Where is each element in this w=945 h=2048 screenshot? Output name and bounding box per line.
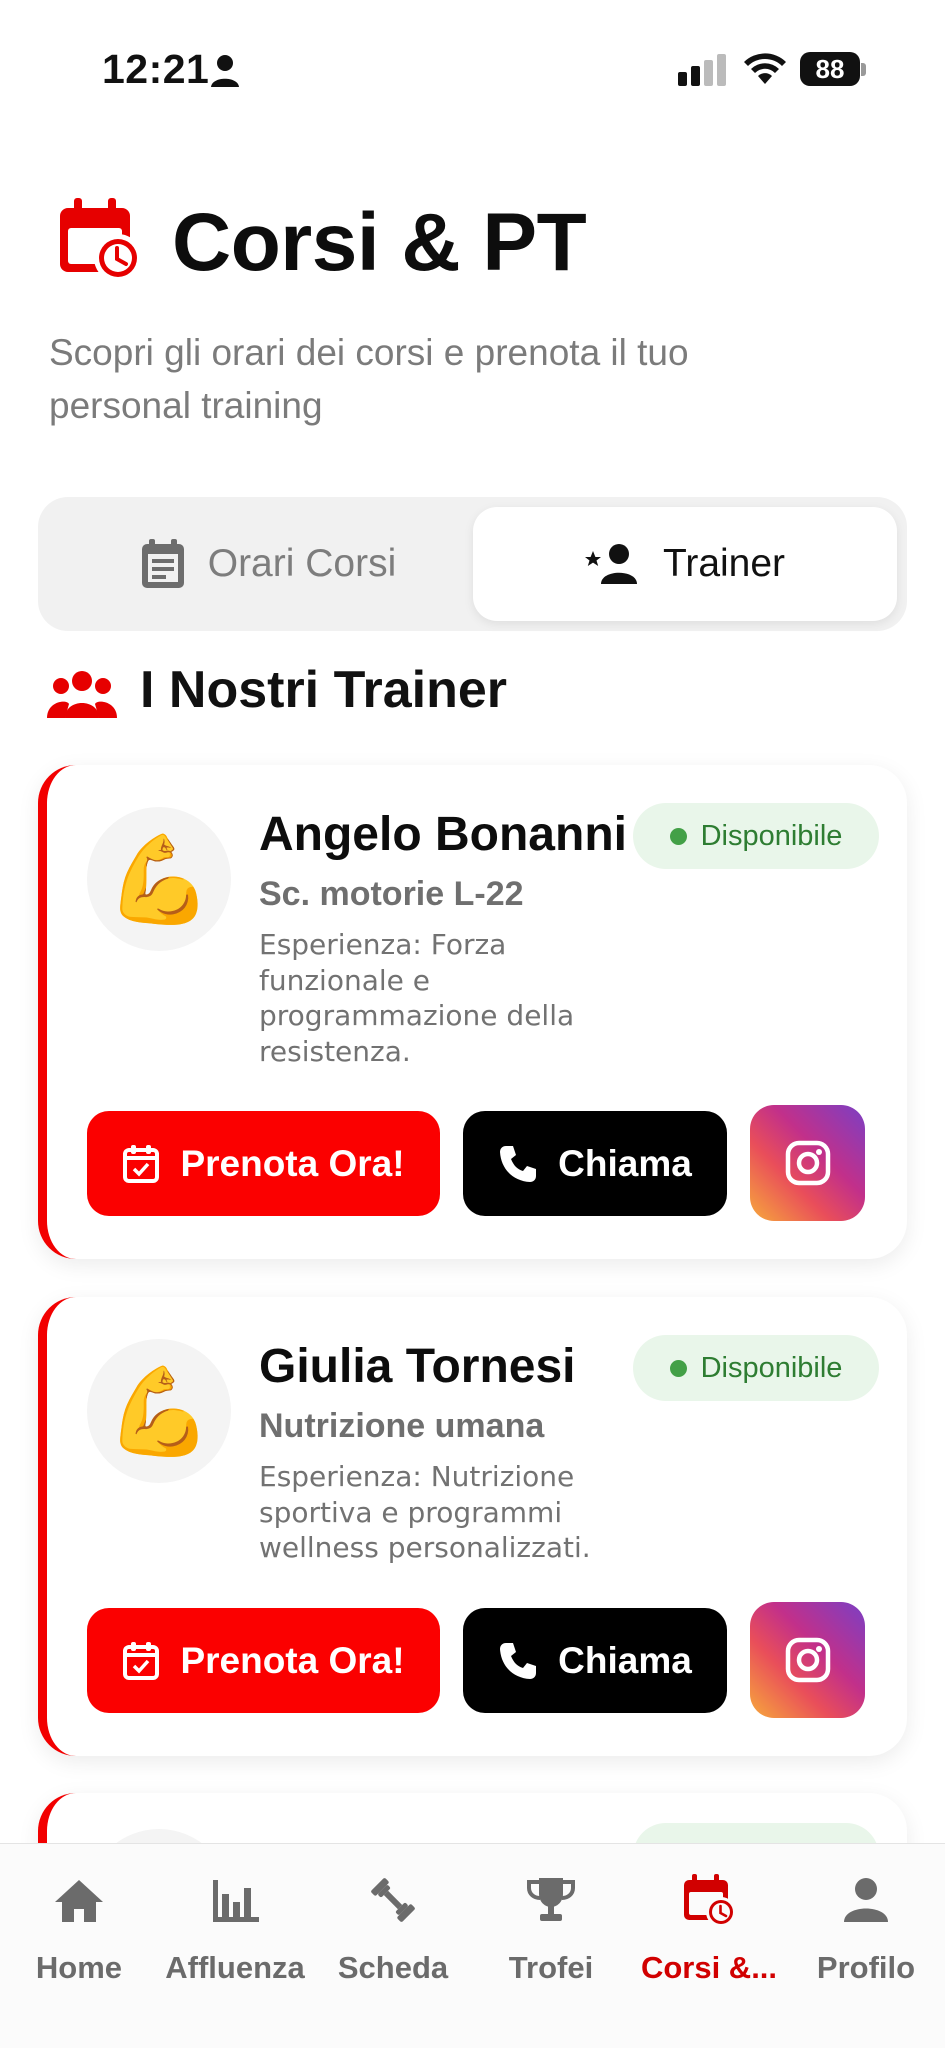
tab-orari-corsi-label: Orari Corsi	[207, 542, 397, 585]
instagram-icon	[785, 1637, 830, 1683]
book-now-label: Prenota Ora!	[180, 1142, 405, 1184]
bottom-tab-bar: Home Affluenza Scheda Trofei Corsi &... …	[0, 1843, 945, 2048]
trainer-star-person-icon	[584, 544, 637, 584]
trainer-role: Nutrizione umana	[259, 1407, 545, 1445]
call-button[interactable]: Chiama	[463, 1111, 727, 1216]
status-badge-label: Disponibile	[700, 1351, 843, 1384]
trainer-name: Giulia Tornesi	[259, 1340, 576, 1393]
trainer-avatar: 💪	[87, 1339, 231, 1483]
trainer-role: Sc. motorie L-22	[259, 875, 524, 913]
trainer-avatar: 💪	[87, 807, 231, 951]
tab-home-label: Home	[35, 1950, 123, 1985]
phone-icon	[500, 1642, 537, 1679]
battery-level: 88	[800, 52, 860, 86]
call-label: Chiama	[558, 1142, 692, 1184]
page-subtitle: Scopri gli orari dei corsi e prenota il …	[49, 332, 689, 426]
tab-trofei[interactable]: Trofei	[472, 1872, 630, 1986]
group-icon	[47, 671, 117, 718]
tab-profilo-label: Profilo	[816, 1950, 916, 1985]
tab-scheda-label: Scheda	[337, 1950, 449, 1985]
person-icon	[844, 1878, 888, 1922]
call-button[interactable]: Chiama	[463, 1608, 727, 1713]
instagram-icon	[785, 1140, 830, 1186]
status-dot-icon	[669, 1359, 687, 1377]
calendar-check-icon	[123, 1641, 160, 1680]
status-time: 12:21	[102, 46, 210, 92]
status-badge: Disponibile	[633, 1335, 879, 1401]
tab-profilo[interactable]: Profilo	[787, 1872, 945, 1986]
book-now-label: Prenota Ora!	[180, 1639, 405, 1681]
calendar-clock-icon	[60, 198, 142, 282]
status-badge-label: Disponibile	[700, 819, 843, 852]
cellular-signal-icon	[678, 54, 726, 86]
tab-orari-corsi[interactable]: Orari Corsi	[48, 507, 488, 621]
book-now-button[interactable]: Prenota Ora!	[87, 1111, 440, 1216]
trainer-card: 💪 Giulia Tornesi Disponibile Nutrizione …	[38, 1297, 907, 1756]
section-title: I Nostri Trainer	[140, 661, 507, 719]
tab-trainer-label: Trainer	[662, 542, 786, 585]
tab-corsi-label: Corsi &...	[640, 1950, 778, 1985]
calendar-clock-icon	[684, 1874, 736, 1927]
bar-chart-icon	[213, 1880, 259, 1922]
trainer-description: Esperienza: Forza funzionale e programma…	[259, 928, 575, 1068]
person-status-icon	[211, 55, 239, 87]
dumbbell-icon	[371, 1878, 415, 1922]
trainer-name: Angelo Bonanni	[259, 808, 627, 861]
tab-affluenza[interactable]: Affluenza	[156, 1872, 314, 1986]
status-bar: 12:21 88	[0, 0, 945, 140]
schedule-document-icon	[141, 539, 184, 588]
tab-affluenza-label: Affluenza	[165, 1950, 305, 1985]
book-now-button[interactable]: Prenota Ora!	[87, 1608, 440, 1713]
tab-corsi[interactable]: Corsi &...	[630, 1872, 788, 1986]
trainer-card: 💪 Angelo Bonanni Disponibile Sc. motorie…	[38, 765, 907, 1259]
segmented-control: Orari Corsi Trainer	[38, 497, 907, 631]
page-title: Corsi & PT	[172, 197, 587, 288]
trophy-icon	[527, 1878, 575, 1921]
battery-icon: 88	[800, 52, 866, 88]
wifi-icon	[744, 53, 786, 84]
status-dot-icon	[669, 827, 687, 845]
tab-scheda[interactable]: Scheda	[314, 1872, 472, 1986]
status-badge: Disponibile	[633, 803, 879, 869]
tab-home[interactable]: Home	[0, 1872, 158, 1986]
trainer-description: Esperienza: Nutrizione sportiva e progra…	[259, 1460, 591, 1564]
calendar-check-icon	[123, 1144, 160, 1183]
instagram-button[interactable]	[750, 1602, 865, 1718]
home-icon	[55, 1880, 103, 1922]
instagram-button[interactable]	[750, 1105, 865, 1221]
call-label: Chiama	[558, 1639, 692, 1681]
tab-trofei-label: Trofei	[508, 1950, 594, 1985]
phone-icon	[500, 1145, 537, 1182]
tab-trainer[interactable]: Trainer	[473, 507, 897, 621]
